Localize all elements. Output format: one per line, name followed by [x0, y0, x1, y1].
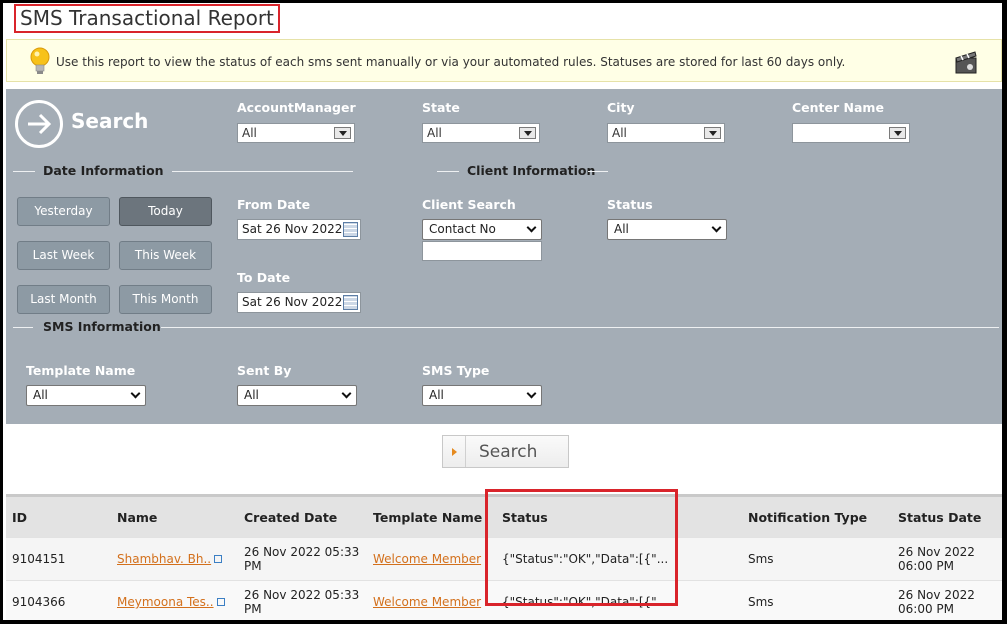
cell-created-date: 26 Nov 2022 05:33 PM — [238, 580, 367, 620]
date-section-title: Date Information — [35, 163, 172, 178]
last-week-button[interactable]: Last Week — [17, 241, 110, 270]
this-week-button[interactable]: This Week — [119, 241, 212, 270]
divider — [588, 171, 608, 172]
column-header-id[interactable]: ID — [6, 496, 111, 538]
dropdown-arrow-icon — [334, 127, 351, 139]
lightbulb-icon — [30, 47, 50, 74]
status-column-highlight — [485, 489, 678, 606]
to-date-label: To Date — [237, 270, 291, 285]
from-date-label: From Date — [237, 197, 311, 212]
state-label: State — [422, 100, 460, 115]
dropdown-arrow-icon — [519, 127, 536, 139]
column-header-name[interactable]: Name — [111, 496, 238, 538]
cell-status-date: 26 Nov 2022 06:00 PM — [892, 580, 1002, 620]
template-name-label: Template Name — [26, 363, 136, 378]
cell-name: Shambhav. Bh.. — [111, 537, 238, 581]
cell-template-name: Welcome Member — [367, 580, 496, 620]
cell-created-date: 26 Nov 2022 05:33 PM — [238, 537, 367, 581]
sms-type-label: SMS Type — [422, 363, 490, 378]
sms-type-select[interactable]: All — [422, 385, 542, 406]
template-link[interactable]: Welcome Member — [373, 552, 481, 566]
template-name-select[interactable]: All — [26, 385, 146, 406]
cell-status-date: 26 Nov 2022 06:00 PM — [892, 537, 1002, 581]
center-name-select[interactable] — [792, 123, 910, 143]
video-clapperboard-icon[interactable] — [953, 48, 979, 76]
chevron-down-icon — [130, 388, 141, 399]
dropdown-arrow-icon — [704, 127, 721, 139]
cell-notification-type: Sms — [742, 537, 892, 581]
client-search-input[interactable] — [422, 241, 542, 261]
yesterday-button[interactable]: Yesterday — [17, 197, 110, 226]
search-heading: Search — [71, 109, 149, 133]
center-name-label: Center Name — [792, 100, 884, 115]
today-button[interactable]: Today — [119, 197, 212, 226]
state-select[interactable]: All — [422, 123, 540, 143]
play-icon — [443, 436, 466, 467]
this-month-button[interactable]: This Month — [119, 285, 212, 314]
account-manager-label: AccountManager — [237, 100, 356, 115]
cell-id: 9104366 — [6, 580, 111, 620]
status-label: Status — [607, 197, 653, 212]
sent-by-select[interactable]: All — [237, 385, 357, 406]
cell-notification-type: Sms — [742, 580, 892, 620]
external-link-icon[interactable] — [214, 555, 223, 563]
search-bar: Search — [6, 424, 1002, 494]
client-search-label: Client Search — [422, 197, 516, 212]
report-window: SMS Transactional Report Use this report… — [3, 3, 1002, 620]
calendar-icon[interactable] — [343, 222, 358, 237]
column-header-notification-type[interactable]: Notification Type — [742, 496, 892, 538]
to-date-input[interactable]: Sat 26 Nov 2022 — [237, 292, 361, 313]
cell-id: 9104151 — [6, 537, 111, 581]
info-text: Use this report to view the status of ea… — [56, 55, 846, 69]
from-date-input[interactable]: Sat 26 Nov 2022 — [237, 219, 361, 240]
search-panel: Search AccountManager All State All City… — [6, 89, 1002, 424]
chevron-down-icon — [711, 222, 722, 233]
account-manager-select[interactable]: All — [237, 123, 355, 143]
external-link-icon[interactable] — [216, 598, 225, 607]
column-header-template-name[interactable]: Template Name — [367, 496, 496, 538]
client-search-select[interactable]: Contact No — [422, 219, 542, 240]
chevron-down-icon — [526, 222, 537, 233]
cell-name: Meymoona Tes.. — [111, 580, 238, 620]
cell-template-name: Welcome Member — [367, 537, 496, 581]
arrow-right-circle-icon — [15, 100, 63, 148]
column-header-status-date[interactable]: Status Date — [892, 496, 1002, 538]
search-button[interactable]: Search — [442, 435, 569, 468]
column-header-created-date[interactable]: Created Date — [238, 496, 367, 538]
sms-section-title: SMS Information — [35, 319, 169, 334]
info-banner: Use this report to view the status of ea… — [6, 39, 1002, 82]
city-label: City — [607, 100, 635, 115]
calendar-icon[interactable] — [343, 295, 358, 310]
sent-by-label: Sent By — [237, 363, 292, 378]
divider — [13, 327, 33, 328]
divider — [161, 327, 999, 328]
dropdown-arrow-icon — [889, 127, 906, 139]
client-section-title: Client Information — [459, 163, 604, 178]
page-title: SMS Transactional Report — [14, 4, 280, 33]
city-select[interactable]: All — [607, 123, 725, 143]
chevron-down-icon — [526, 388, 537, 399]
chevron-down-icon — [341, 388, 352, 399]
last-month-button[interactable]: Last Month — [17, 285, 110, 314]
client-name-link[interactable]: Shambhav. Bh.. — [117, 552, 211, 566]
status-select[interactable]: All — [607, 219, 727, 240]
template-link[interactable]: Welcome Member — [373, 595, 481, 609]
client-name-link[interactable]: Meymoona Tes.. — [117, 595, 214, 609]
